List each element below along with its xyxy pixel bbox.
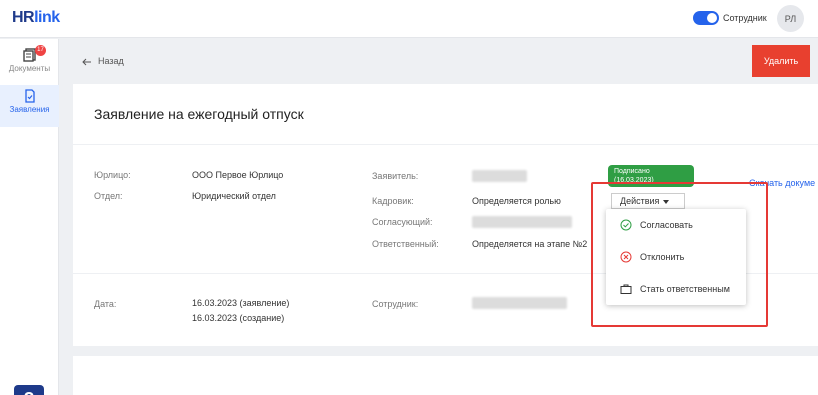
approver-blurred-value: [472, 216, 572, 228]
department-value: Юридический отдел: [192, 191, 276, 201]
help-button[interactable]: ?: [14, 385, 44, 395]
date-created: 16.03.2023 (создание): [192, 313, 285, 323]
back-link[interactable]: Назад: [82, 56, 124, 66]
applicant-label: Заявитель:: [372, 171, 419, 181]
sidebar-item-label: Документы: [8, 64, 51, 73]
page-title: Заявление на ежегодный отпуск: [94, 106, 304, 122]
approver-label: Согласующий:: [372, 217, 433, 227]
role-toggle-knob: [707, 13, 717, 23]
responsible-label: Ответственный:: [372, 239, 439, 249]
hr-label: Кадровик:: [372, 196, 414, 206]
employee-label: Сотрудник:: [372, 299, 419, 309]
department-label: Отдел:: [94, 191, 123, 201]
app-logo[interactable]: HRlink: [12, 9, 60, 27]
role-toggle[interactable]: [693, 11, 719, 25]
applicant-blurred-value: [472, 170, 527, 182]
documents-badge: 17: [35, 45, 46, 56]
application-icon: [24, 89, 35, 103]
highlight-box: [591, 182, 768, 327]
hr-value: Определяется ролью: [472, 196, 561, 206]
title-card: Заявление на ежегодный отпуск: [73, 84, 818, 144]
responsible-value: Определяется на этапе №2: [472, 239, 588, 249]
legal-entity-label: Юрлицо:: [94, 170, 131, 180]
status-text: Подписано: [614, 168, 650, 175]
sidebar-item-applications[interactable]: Заявления: [0, 85, 59, 127]
top-bar: HRlink Сотрудник РЛ: [0, 0, 818, 38]
bottom-card: [73, 356, 818, 395]
sidebar-item-documents[interactable]: 17 Документы: [0, 44, 59, 86]
logo-main: HR: [12, 9, 35, 26]
avatar[interactable]: РЛ: [777, 5, 804, 32]
sidebar-item-label: Заявления: [9, 105, 50, 114]
employee-blurred-value: [472, 297, 567, 309]
legal-entity-value: ООО Первое Юрлицо: [192, 170, 284, 180]
back-label: Назад: [98, 56, 124, 66]
date-label: Дата:: [94, 299, 117, 309]
logo-accent: link: [34, 9, 60, 26]
sidebar: 17 Документы Заявления ?: [0, 39, 59, 395]
arrow-left-icon: [82, 58, 91, 65]
role-label: Сотрудник: [723, 13, 767, 23]
date-application: 16.03.2023 (заявление): [192, 298, 290, 308]
delete-button[interactable]: Удалить: [752, 45, 810, 77]
